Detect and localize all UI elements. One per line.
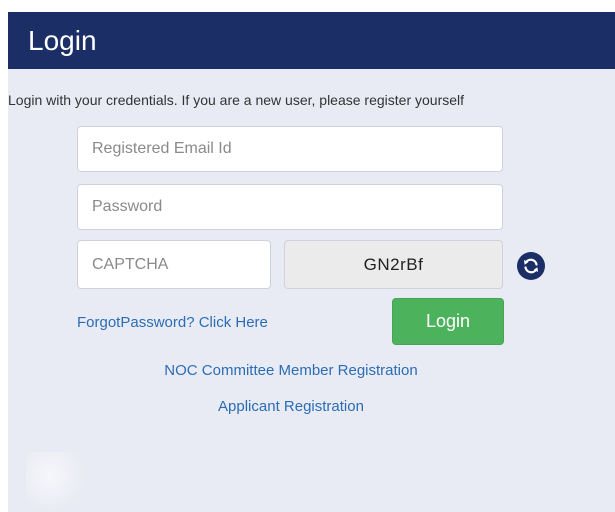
page-title: Login [28, 24, 97, 56]
captcha-input[interactable] [77, 240, 271, 289]
login-button[interactable]: Login [392, 298, 504, 345]
captcha-code: GN2rBf [363, 254, 424, 274]
email-field[interactable] [77, 126, 503, 172]
captcha-image: GN2rBf [284, 240, 503, 289]
password-field[interactable] [77, 184, 503, 230]
login-instructions: Login with your credentials. If you are … [8, 92, 465, 108]
noc-registration-link[interactable]: NOC Committee Member Registration [8, 362, 574, 379]
login-panel: Login Login with your credentials. If yo… [8, 12, 615, 512]
background-decoration [26, 452, 86, 512]
captcha-refresh-button[interactable] [517, 252, 545, 280]
refresh-icon [524, 258, 538, 274]
panel-header: Login [8, 12, 615, 69]
forgot-password-link[interactable]: ForgotPassword? Click Here [77, 314, 268, 331]
applicant-registration-link[interactable]: Applicant Registration [8, 398, 574, 415]
